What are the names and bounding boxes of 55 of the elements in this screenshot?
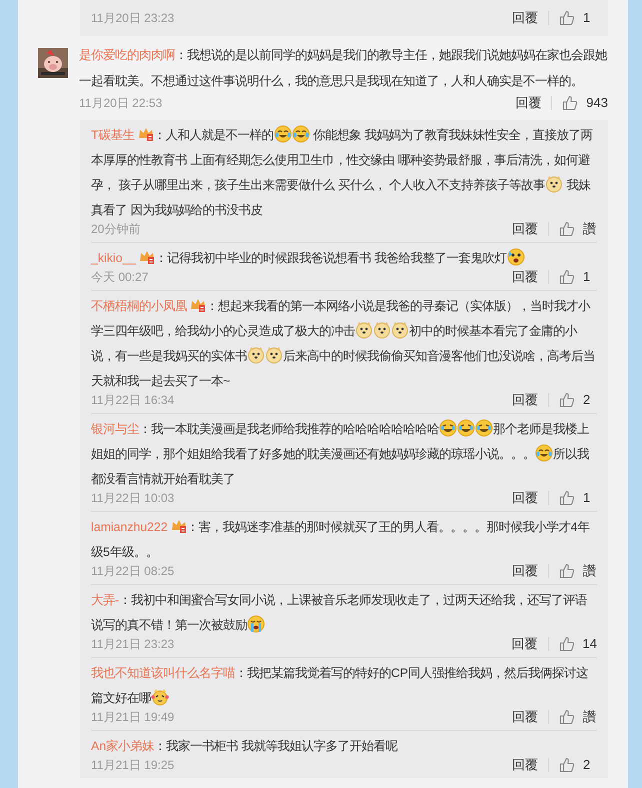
thumbs-up-icon	[559, 490, 575, 506]
timestamp: 20分钟前	[91, 221, 140, 238]
thumbs-up-icon	[559, 392, 575, 408]
scared-face-icon	[506, 248, 525, 266]
reply-link[interactable]: 回覆	[515, 93, 542, 113]
timestamp: 11月22日 10:03	[91, 490, 174, 507]
dog-face-icon	[545, 175, 564, 193]
laughing-tears-face-icon	[292, 125, 310, 143]
thumbs-up-icon	[559, 563, 575, 579]
comment-text: lamianzhu222 ：害，我妈迷李准基的那时候就买了王的男人看。。。。那时候我小学才4年级5年级。。	[91, 517, 590, 561]
reply-link[interactable]: 回覆	[512, 390, 538, 410]
thumbs-up-icon	[558, 636, 575, 652]
crying-face-icon	[247, 615, 265, 633]
laughing-tears-face-icon	[535, 444, 553, 462]
laughing-tears-face-icon	[274, 125, 292, 143]
like-button[interactable]: 2	[559, 390, 597, 410]
dog-face-icon	[373, 321, 391, 339]
like-button[interactable]: 2	[559, 755, 597, 775]
like-button[interactable]: 1	[559, 8, 597, 28]
thumbs-up-icon	[559, 709, 575, 725]
reply-link[interactable]: 回覆	[512, 755, 538, 775]
timestamp: 11月21日 19:49	[91, 709, 174, 726]
timestamp: 11月22日 16:34	[91, 392, 174, 409]
comment-text: 我也不知道该叫什么名字喵：我把某篇我觉着写的特好的CP同人强推给我妈，然后我俩探讨这篇文好在哪	[91, 665, 590, 708]
thumbs-up-icon	[562, 95, 578, 111]
comment-text: 大弄-：我初中和闺蜜合写女同小说，上课被音乐老师发现收走了，过两天还给我，还写了评语说写的真不错！第一次被鼓励	[91, 592, 588, 635]
reply-link[interactable]: 回覆	[512, 561, 538, 581]
comment-text: An家小弟妹：我家一书柜书 我就等我姐认字多了开始看呢	[91, 738, 399, 755]
timestamp: 11月21日 23:23	[91, 636, 174, 653]
like-button[interactable]: 14	[558, 634, 597, 654]
laughing-face-icon	[475, 419, 493, 437]
dog-face-icon	[355, 321, 373, 339]
reply-link[interactable]: 回覆	[512, 634, 538, 654]
thumbs-up-icon	[559, 10, 575, 26]
timestamp: 11月20日 23:23	[91, 10, 174, 27]
dog-face-icon	[391, 321, 409, 339]
like-button[interactable]: 讚	[559, 707, 597, 727]
like-button[interactable]: 讚	[559, 561, 597, 581]
timestamp: 11月20日 22:53	[79, 95, 162, 112]
thumbs-up-icon	[559, 757, 575, 773]
reply-link[interactable]: 回覆	[512, 707, 538, 727]
reply-link[interactable]: 回覆	[512, 8, 538, 28]
thumbs-up-icon	[559, 269, 575, 285]
comment-text: 不栖梧桐的小凤凰 ：想起来我看的第一本网络小说是我爸的寻秦记（实体版），当时我才小学三四年级吧，给我幼小的心灵造成了极大的冲击 初中的时候基本看完了金庸的小说，有一些是我妈买的实体书 后来高中的时候我偷偷买知音漫客他们也没说啥，高考后当天就和我一起去买了一本~	[91, 296, 596, 390]
like-button[interactable]: 943	[562, 93, 608, 113]
timestamp: 今天 00:27	[91, 269, 148, 286]
dog-face-icon	[247, 346, 265, 364]
comment-text: 是你爱吃的肉肉啊：我想说的是以前同学的妈妈是我们的教导主任，她跟我们说她妈妈在家也会跟她一起看耽美。不想通过这件事说明什么，我的意思只是我现在知道了，人和人确实是不一样的。	[79, 47, 608, 90]
laughing-face-icon	[439, 419, 457, 437]
dog-face-icon	[265, 346, 283, 364]
timestamp: 11月21日 19:25	[91, 757, 174, 774]
thumbs-up-icon	[559, 221, 575, 237]
cat-face-icon	[151, 688, 169, 706]
timestamp: 11月22日 08:25	[91, 563, 174, 580]
laughing-face-icon	[457, 419, 475, 437]
